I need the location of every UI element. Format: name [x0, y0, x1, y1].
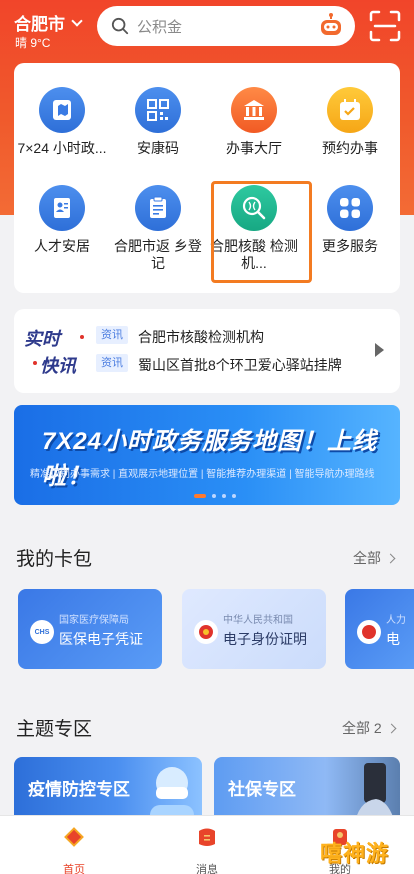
tab-label: 消息	[196, 864, 218, 874]
carousel-dot[interactable]	[222, 494, 226, 498]
card-name: 电	[386, 631, 400, 647]
news-badge: 资讯	[96, 354, 128, 372]
carousel-dots[interactable]	[194, 494, 236, 498]
news-badge: 资讯	[96, 326, 128, 344]
chevron-right-icon	[386, 723, 397, 733]
card-issuer: 国家医疗保障局	[59, 615, 129, 626]
service-hall[interactable]: 办事大厅	[206, 87, 302, 157]
watermark-text: 嘻神游	[320, 841, 390, 866]
map-clock-icon	[53, 100, 71, 120]
search-icon	[111, 17, 129, 35]
service-appointment[interactable]: 预约办事	[302, 87, 398, 157]
realtime-tag: 实时	[24, 329, 60, 349]
hall-icon	[244, 100, 264, 120]
banner-title: 7X24小时政务服务地图！上线啦！	[42, 428, 378, 490]
search-placeholder: 公积金	[137, 18, 183, 36]
carousel-dot[interactable]	[232, 494, 236, 498]
chevron-right-icon	[385, 553, 396, 563]
service-ankang-code[interactable]: 安康码	[110, 87, 206, 157]
carousel-dot[interactable]	[194, 494, 206, 498]
news-item[interactable]: 蜀山区首批8个环卫爱心驿站挂牌	[138, 355, 342, 375]
wallet-title: 我的卡包	[16, 549, 93, 570]
home-icon	[64, 827, 84, 847]
service-24h-map[interactable]: 7×24 小时政...	[14, 87, 110, 157]
service-label: 更多服务	[322, 238, 378, 254]
city-name: 合肥市	[14, 15, 65, 34]
service-label: 办事大厅	[226, 140, 282, 156]
tab-messages[interactable]: 消息	[177, 824, 237, 874]
register-icon	[150, 196, 166, 218]
chs-icon: CHS	[30, 620, 54, 644]
service-talent-housing[interactable]: 人才安居	[14, 185, 110, 255]
carousel-dot[interactable]	[212, 494, 216, 498]
news-ticker[interactable]	[14, 309, 400, 393]
card-medical-insurance[interactable]: CHS 国家医疗保障局 医保电子凭证	[18, 589, 162, 669]
chevron-down-icon	[71, 14, 83, 27]
card-electronic-id[interactable]: 中华人民共和国 电子身份证明	[182, 589, 326, 669]
themes-title: 主题专区	[16, 719, 93, 740]
promo-banner[interactable]: 7X24小时政务服务地图！上线啦！ 精准识别办事需求 | 直观展示地理位置 | …	[14, 405, 400, 505]
service-label: 合肥市返 乡登记	[114, 238, 202, 271]
flash-tag: 快讯	[40, 356, 76, 376]
card-issuer: 中华人民共和国	[223, 615, 293, 626]
banner-subtitle: 精准识别办事需求 | 直观展示地理位置 | 智能推荐办理渠道 | 智能导航办理路…	[30, 469, 375, 480]
robot-assistant-icon[interactable]	[317, 12, 345, 40]
card-social-security[interactable]: 人力 电	[345, 589, 414, 669]
service-return-register[interactable]: 合肥市返 乡登记	[110, 185, 206, 272]
id-card-icon	[54, 198, 70, 218]
card-name: 医保电子凭证	[59, 631, 143, 647]
service-label: 预约办事	[322, 140, 378, 156]
card-name: 电子身份证明	[223, 631, 307, 647]
national-emblem-icon	[194, 620, 218, 644]
highlight-frame	[211, 181, 312, 283]
tag-dot	[33, 361, 37, 365]
calendar-icon	[340, 99, 360, 120]
weather-text: 晴 9°C	[15, 36, 51, 50]
wallet-more-link[interactable]: 全部	[353, 548, 396, 568]
more-grid-icon	[340, 198, 360, 218]
qr-code-icon	[147, 99, 169, 121]
message-icon	[199, 828, 215, 846]
tab-home[interactable]: 首页	[44, 824, 104, 874]
scan-icon[interactable]	[368, 9, 402, 43]
tag-dot	[80, 335, 84, 339]
theme-label: 社保专区	[228, 780, 296, 799]
tab-label: 首页	[63, 864, 85, 874]
city-selector[interactable]: 合肥市	[14, 10, 83, 35]
card-issuer: 人力	[386, 615, 406, 626]
news-item[interactable]: 合肥市核酸检测机构	[138, 327, 264, 347]
service-label: 人才安居	[34, 238, 90, 254]
service-more[interactable]: 更多服务	[302, 185, 398, 255]
service-label: 安康码	[137, 140, 179, 156]
themes-more-link[interactable]: 全部 2	[342, 718, 397, 738]
search-bar[interactable]: 公积金	[97, 6, 355, 46]
play-icon[interactable]	[375, 343, 384, 357]
service-label: 7×24 小时政...	[17, 140, 107, 156]
theme-label: 疫情防控专区	[28, 780, 130, 799]
social-security-icon	[357, 620, 381, 644]
